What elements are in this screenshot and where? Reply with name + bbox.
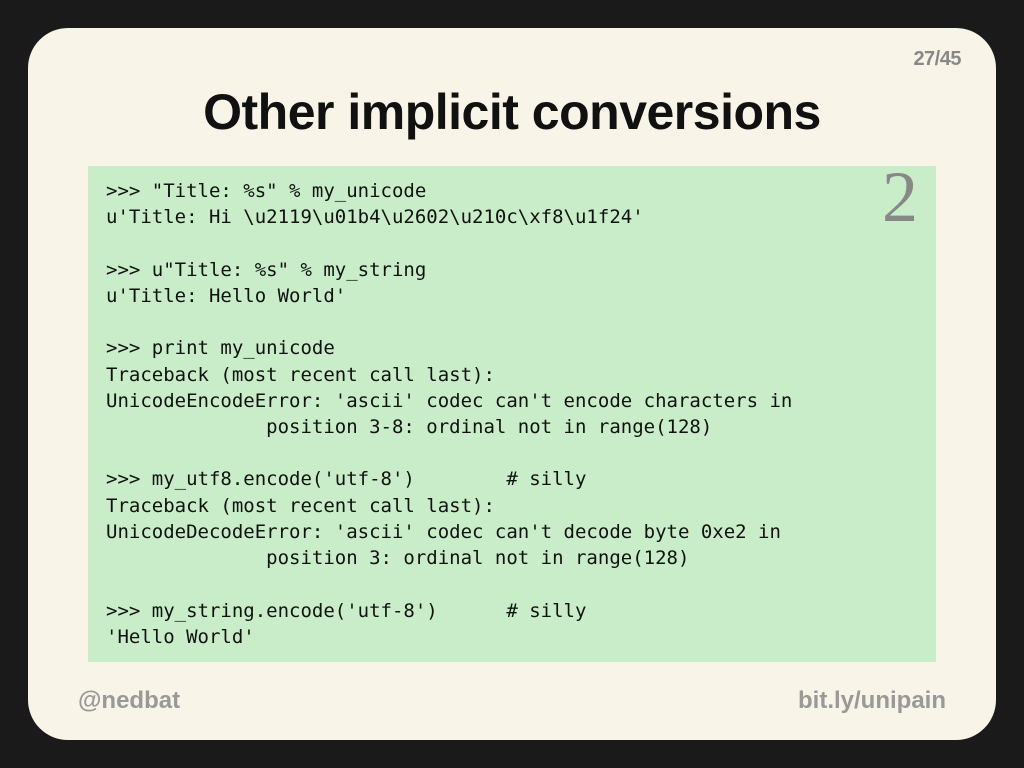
footer-handle: @nedbat bbox=[78, 687, 180, 715]
slide: 27/45 Other implicit conversions 2>>> "T… bbox=[28, 28, 996, 740]
footer: @nedbat bit.ly/unipain bbox=[78, 687, 946, 715]
page-counter: 27/45 bbox=[913, 48, 961, 71]
code-block: 2>>> "Title: %s" % my_unicode u'Title: H… bbox=[88, 166, 936, 662]
slide-title: Other implicit conversions bbox=[78, 83, 946, 141]
python-version-badge: 2 bbox=[882, 161, 918, 233]
footer-link: bit.ly/unipain bbox=[798, 687, 946, 715]
code-content: >>> "Title: %s" % my_unicode u'Title: Hi… bbox=[106, 180, 792, 648]
